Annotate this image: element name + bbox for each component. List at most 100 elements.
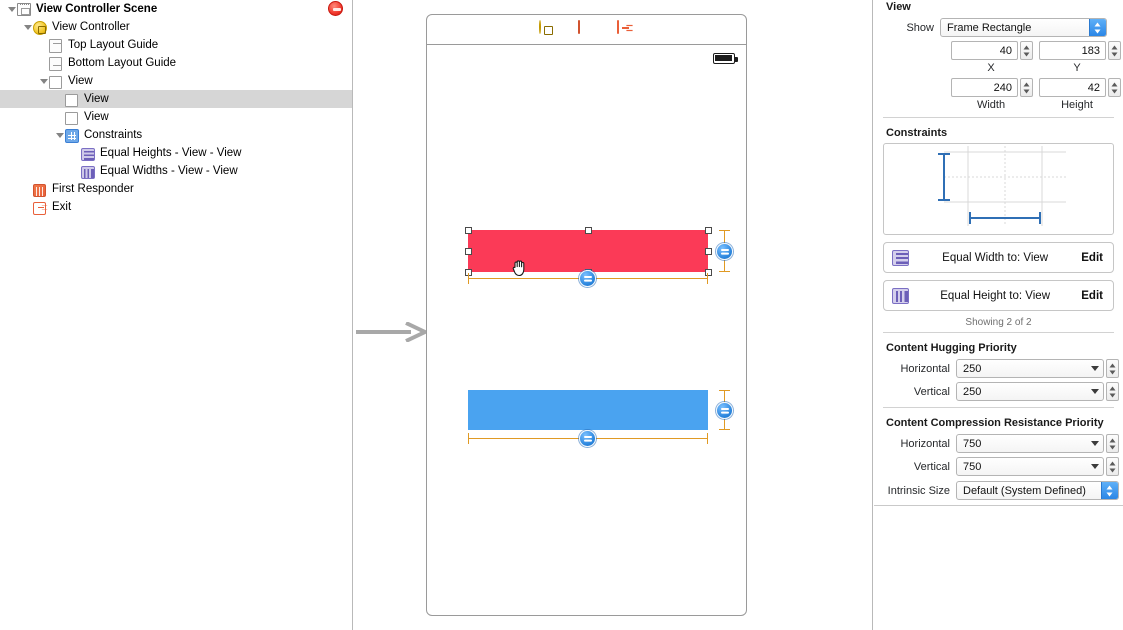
constraints-list[interactable]: Equal Width to: View Edit Equal Height to:… <box>874 242 1123 311</box>
frame-height-label: Height <box>1061 99 1093 111</box>
first-responder-dock-icon[interactable] <box>578 20 595 38</box>
constraints-heading: Constraints <box>886 127 948 139</box>
chevron-down-icon[interactable] <box>1087 362 1102 375</box>
compression-horizontal-stepper[interactable] <box>1106 434 1119 453</box>
compression-horizontal-row[interactable]: Horizontal 750 <box>874 433 1123 454</box>
content-compression-heading: Content Compression Resistance Priority <box>886 417 1104 429</box>
exit-dock-icon[interactable] <box>617 20 634 38</box>
frame-width-field[interactable]: 240 <box>951 78 1018 97</box>
frame-x-stepper[interactable] <box>1020 41 1033 60</box>
disclosure-triangle-icon[interactable] <box>54 126 65 144</box>
outline-row-constraints[interactable]: Constraints <box>0 126 352 144</box>
error-badge-icon[interactable] <box>328 1 343 16</box>
compression-vertical-stepper[interactable] <box>1106 457 1119 476</box>
compression-vertical-combobox[interactable]: 750 <box>956 457 1104 476</box>
frame-height-field[interactable]: 42 <box>1039 78 1106 97</box>
outline-row-view[interactable]: View <box>0 72 352 90</box>
resize-handle-top-center[interactable] <box>585 227 592 234</box>
bottom-layout-guide-icon-glyph <box>49 56 62 71</box>
resize-handle-middle-left[interactable] <box>465 248 472 255</box>
outline-row-top-layout-guide[interactable]: Top Layout Guide <box>0 36 352 54</box>
outline-row-first-responder[interactable]: First Responder <box>0 180 352 198</box>
red-width-constraint-tick-right <box>707 273 709 284</box>
constraint-edit-button[interactable]: Edit <box>1081 290 1103 302</box>
frame-height-stepper[interactable] <box>1108 78 1121 97</box>
outline-row-bottom-layout-guide[interactable]: Bottom Layout Guide <box>0 54 352 72</box>
outline-row-label: First Responder <box>52 183 134 195</box>
outline-row-view-controller-scene[interactable]: View Controller Scene <box>0 0 352 18</box>
outline-row-label: Bottom Layout Guide <box>68 57 177 69</box>
constraint-row[interactable]: Equal Width to: View Edit <box>883 242 1114 273</box>
disclosure-triangle-icon[interactable] <box>6 0 17 18</box>
size-inspector-panel[interactable]: View Show Frame Rectangle 40 183 X Y 240… <box>874 0 1123 630</box>
chevron-down-icon[interactable] <box>1087 385 1102 398</box>
frame-width-stepper[interactable] <box>1020 78 1033 97</box>
disclosure-triangle-icon[interactable] <box>22 18 33 36</box>
outline-row-exit[interactable]: Exit <box>0 198 352 216</box>
outline-row-label: View <box>68 75 93 87</box>
resize-handle-top-left[interactable] <box>465 227 472 234</box>
red-width-constraint-tick-left <box>468 273 470 284</box>
outline-row-view[interactable]: View <box>0 90 352 108</box>
intrinsic-size-chevron-icon[interactable] <box>1101 482 1118 499</box>
hugging-vertical-stepper[interactable] <box>1106 382 1119 401</box>
outline-tree[interactable]: View Controller Scene View Controller Top … <box>0 0 352 216</box>
compression-horizontal-combobox[interactable]: 750 <box>956 434 1104 453</box>
disclosure-triangle-icon[interactable] <box>38 72 49 90</box>
hugging-horizontal-label: Horizontal <box>900 362 950 375</box>
constraint-edit-button[interactable]: Edit <box>1081 252 1103 264</box>
show-popup-chevron-icon[interactable] <box>1089 19 1106 36</box>
intrinsic-size-popup-button[interactable]: Default (System Defined) <box>956 481 1119 500</box>
view-controller-dock-icon[interactable] <box>539 20 556 38</box>
show-row[interactable]: Show Frame Rectangle <box>874 17 1123 38</box>
view-icon <box>65 92 80 107</box>
hugging-horizontal-stepper[interactable] <box>1106 359 1119 378</box>
frame-y-stepper[interactable] <box>1108 41 1121 60</box>
blue-equal-width-badge[interactable] <box>579 430 596 447</box>
blue-equal-height-badge[interactable] <box>716 402 733 419</box>
resize-handle-middle-right[interactable] <box>705 248 712 255</box>
view-controller-scene-canvas[interactable] <box>426 14 747 616</box>
hugging-vertical-combobox[interactable]: 250 <box>956 382 1104 401</box>
constraints-showing-count: Showing 2 of 2 <box>965 317 1032 328</box>
initial-view-controller-arrow <box>356 322 428 342</box>
constraint-row[interactable]: Equal Height to: View Edit <box>883 280 1114 311</box>
outline-row-view[interactable]: View <box>0 108 352 126</box>
intrinsic-size-row[interactable]: Intrinsic Size Default (System Defined) <box>874 480 1123 501</box>
storyboard-canvas[interactable] <box>354 0 873 630</box>
view-icon-glyph <box>65 93 78 107</box>
red-equal-height-badge[interactable] <box>716 243 733 260</box>
xcode-interface-builder-window: View Controller Scene View Controller Top … <box>0 0 1123 630</box>
intrinsic-size-label: Intrinsic Size <box>887 484 950 497</box>
red-equal-width-badge[interactable] <box>579 270 596 287</box>
constraint-row-text: Equal Height to: View <box>940 289 1050 302</box>
outline-row-label: Equal Heights - View - View <box>100 147 242 159</box>
open-hand-cursor <box>512 260 525 277</box>
outline-row-equal-heights-view-view[interactable]: Equal Heights - View - View <box>0 144 352 162</box>
scene-dock-bar[interactable] <box>427 15 746 45</box>
blue-view[interactable] <box>468 390 708 430</box>
frame-xy-row[interactable]: 40 183 <box>874 40 1123 61</box>
frame-y-field[interactable]: 183 <box>1039 41 1106 60</box>
chevron-down-icon[interactable] <box>1087 437 1102 450</box>
document-outline-panel[interactable]: View Controller Scene View Controller Top … <box>0 0 353 630</box>
compression-vertical-row[interactable]: Vertical 750 <box>874 456 1123 477</box>
hugging-vertical-row[interactable]: Vertical 250 <box>874 381 1123 402</box>
outline-row-label: Constraints <box>84 129 143 141</box>
outline-row-view-controller[interactable]: View Controller <box>0 18 352 36</box>
constraints-diagram[interactable] <box>883 143 1114 235</box>
chevron-down-icon[interactable] <box>1087 460 1102 473</box>
red-view[interactable] <box>468 230 708 277</box>
resize-handle-top-right[interactable] <box>705 227 712 234</box>
frame-x-field[interactable]: 40 <box>951 41 1018 60</box>
hugging-horizontal-row[interactable]: Horizontal 250 <box>874 358 1123 379</box>
hugging-horizontal-combobox[interactable]: 250 <box>956 359 1104 378</box>
show-popup-button[interactable]: Frame Rectangle <box>940 18 1107 37</box>
outline-row-equal-widths-view-view[interactable]: Equal Widths - View - View <box>0 162 352 180</box>
constraints-icon-glyph <box>65 128 79 143</box>
frame-size-row[interactable]: 240 42 <box>874 77 1123 98</box>
